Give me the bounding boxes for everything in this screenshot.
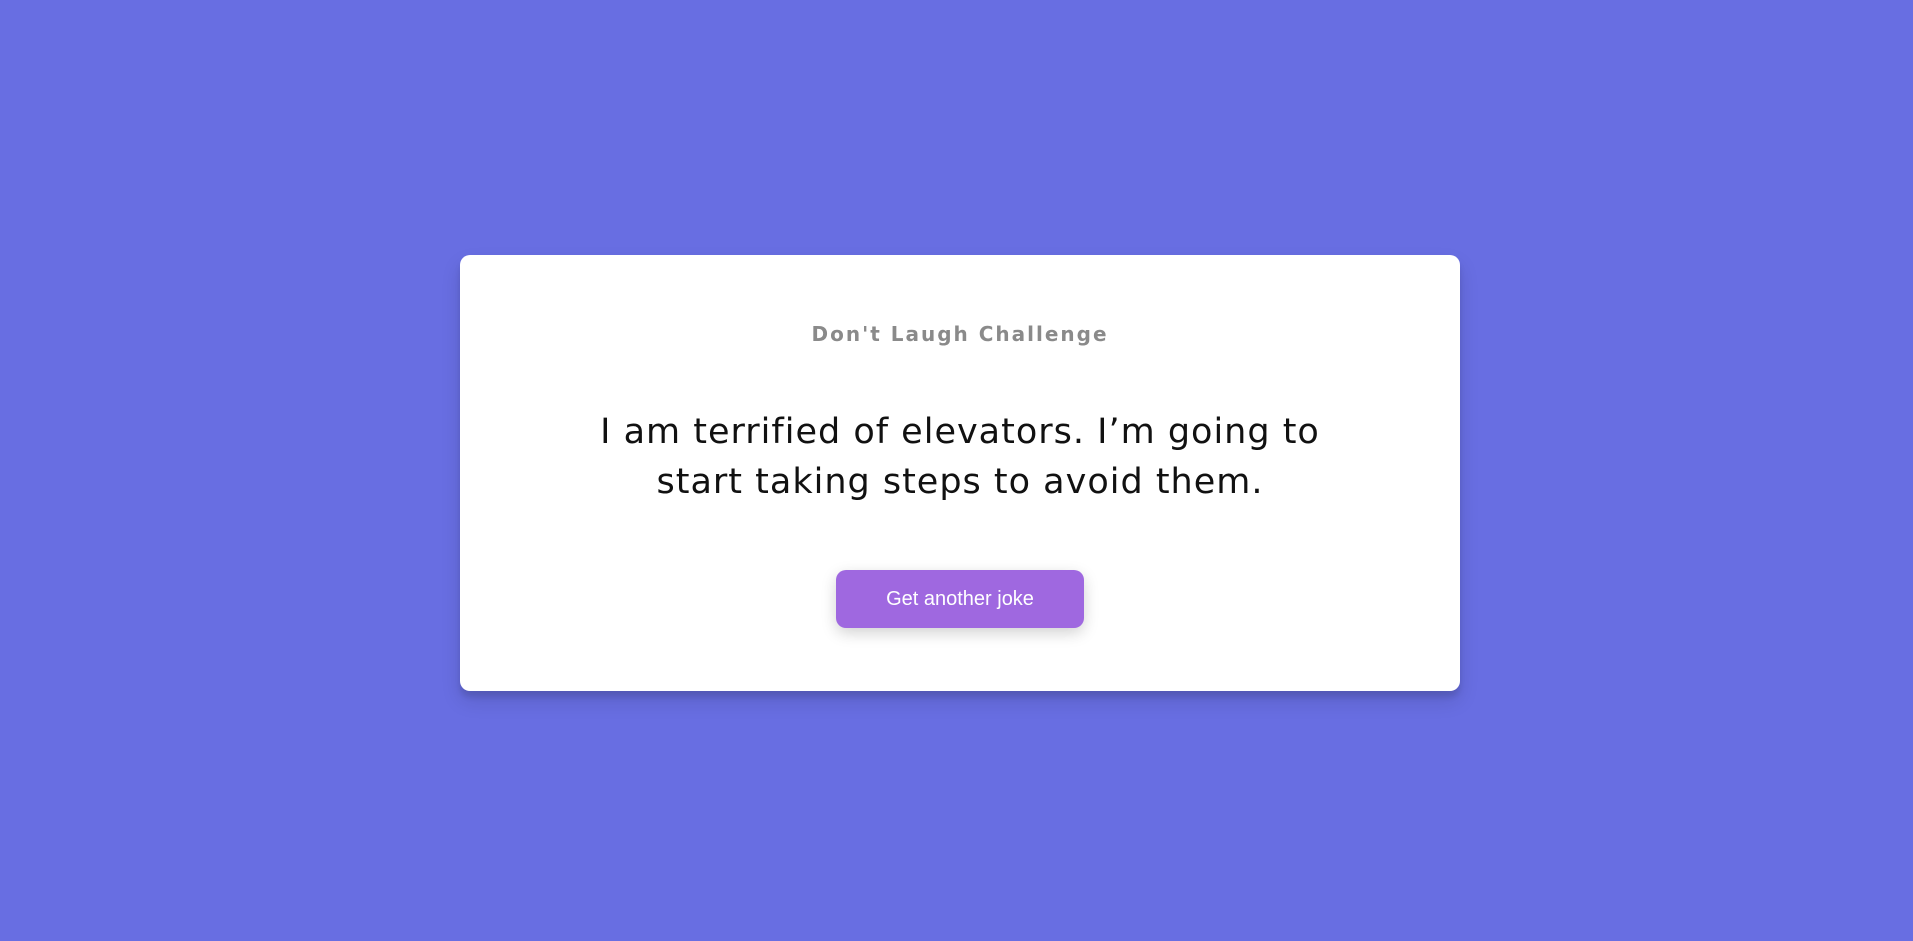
card-title: Don't Laugh Challenge: [811, 322, 1109, 346]
joke-text: I am terrified of elevators. I’m going t…: [600, 412, 1320, 502]
joke-card: Don't Laugh Challenge I am terrified of …: [460, 255, 1460, 691]
get-another-joke-button[interactable]: Get another joke: [836, 570, 1084, 628]
